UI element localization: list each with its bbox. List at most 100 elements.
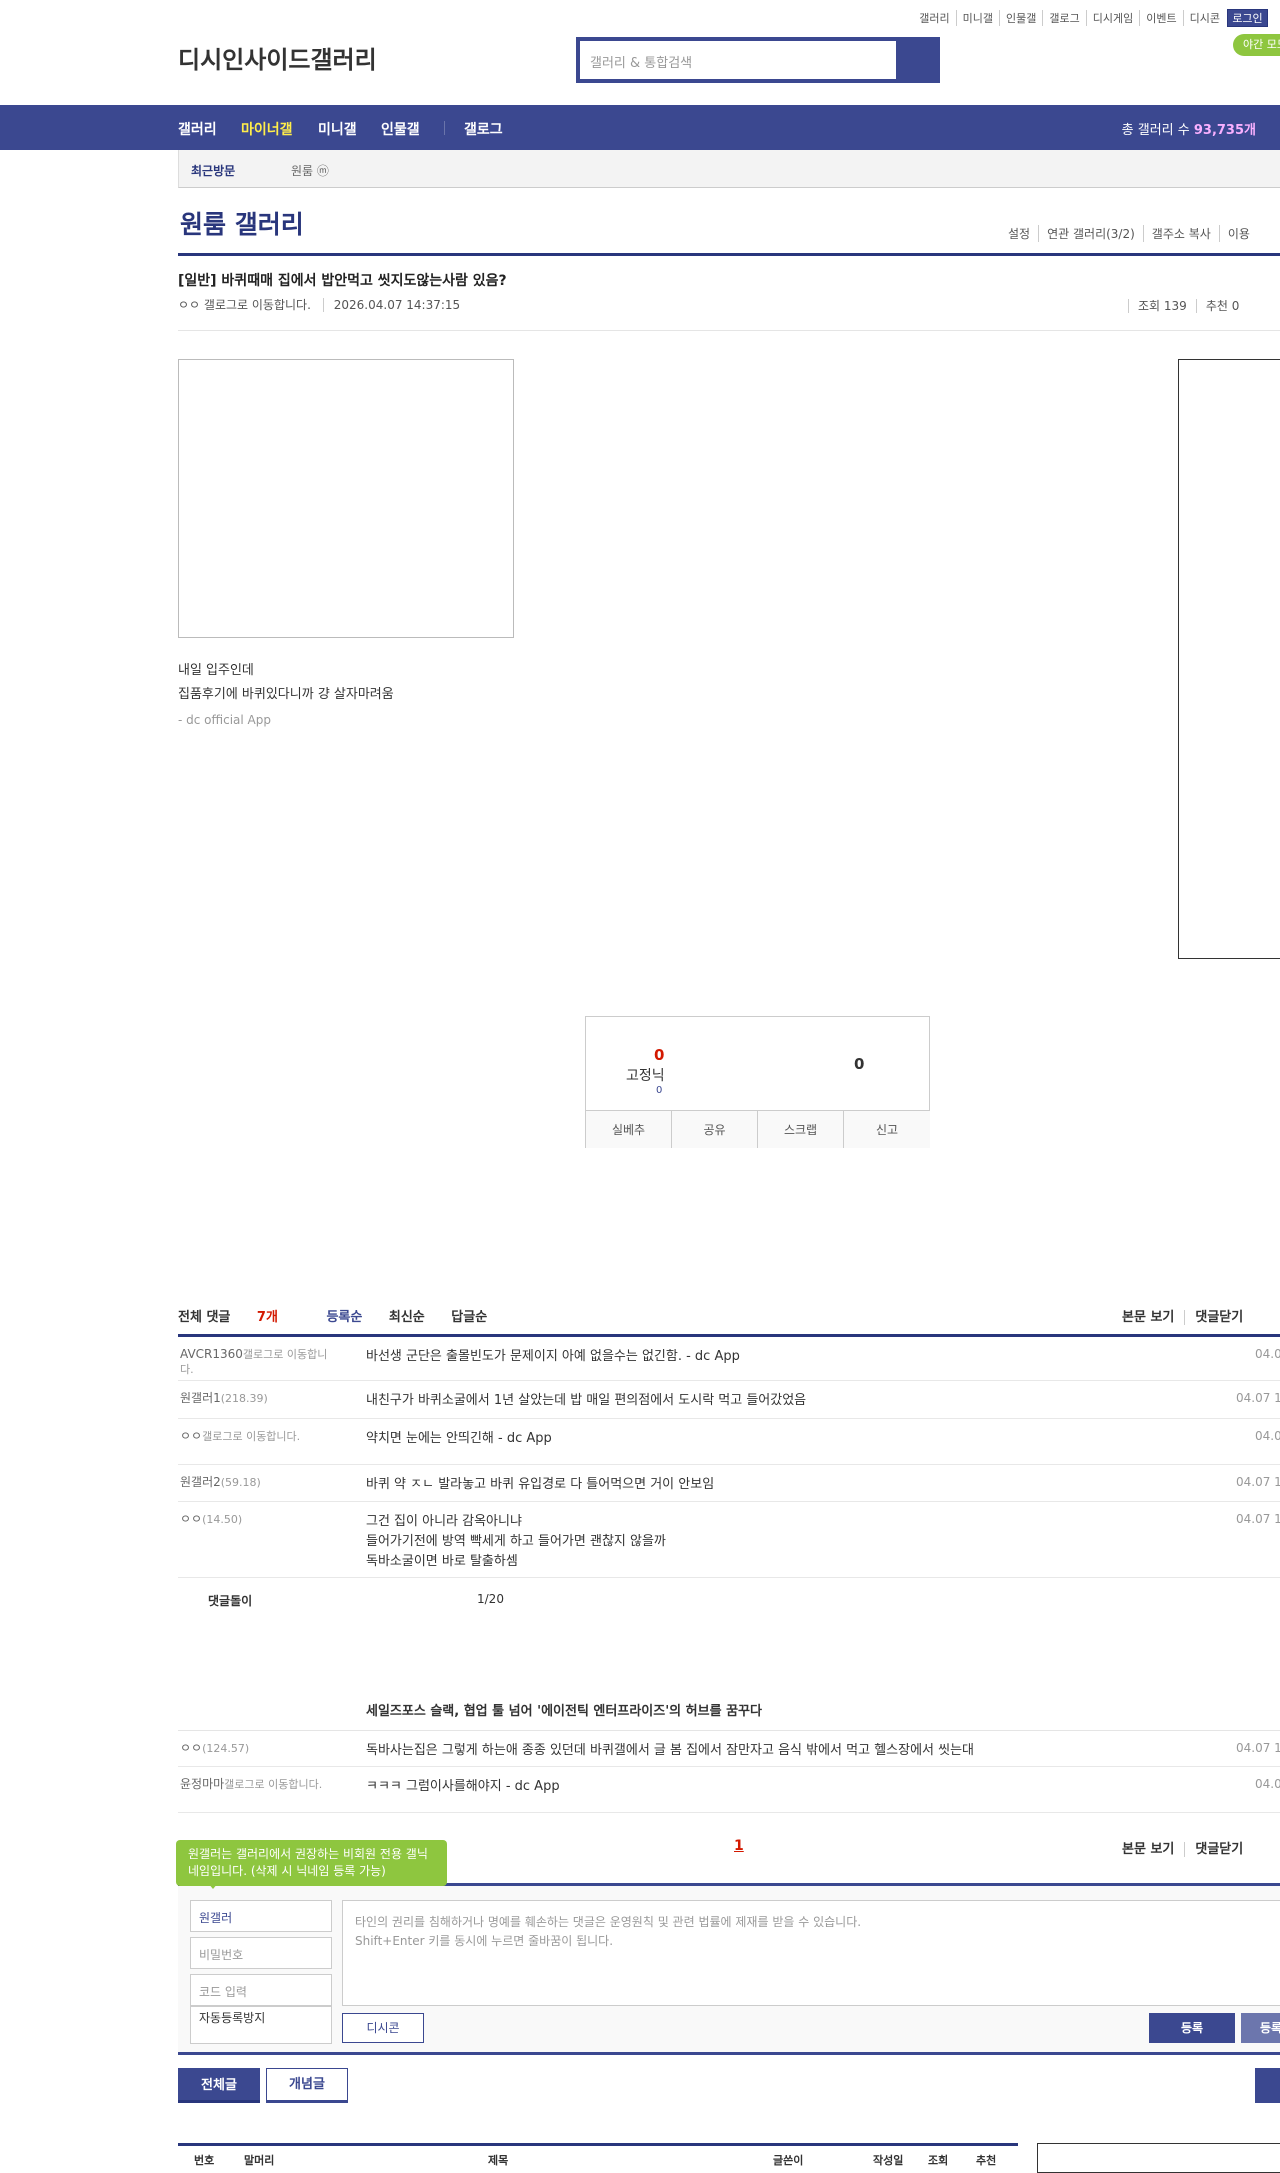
search-input[interactable]: 갤러리 & 통합검색 — [580, 41, 896, 79]
comment-header: 전체 댓글 7개 등록순 최신순 답글순 — [178, 1306, 509, 1325]
comment-text: 바선생 군단은 출몰빈도가 문제이지 아예 없을수는 없긴함. - dc App — [366, 1347, 740, 1367]
recommend-count: 추천 0 — [1195, 299, 1249, 313]
comment-text: 그건 집이 아니라 감옥아니냐 들어가기전에 방역 빡세게 하고 들어가면 괜찮지… — [366, 1512, 666, 1572]
comment-author[interactable]: 윤정마마 — [180, 1777, 224, 1791]
sort-registered[interactable]: 등록순 — [326, 1310, 362, 1325]
comment-author[interactable]: 원갤러2 — [180, 1475, 221, 1489]
comment-form: 원갤러 비밀번호 코드 입력 자동등록방지 타인의 권리를 침해하거나 명예를 … — [178, 1883, 1280, 2055]
upvote-count[interactable]: 0 — [654, 1046, 664, 1064]
comment-author[interactable]: AVCR1360 — [180, 1347, 243, 1361]
comment-nick[interactable]: ㅇㅇ(124.57) — [180, 1741, 330, 1756]
best-recommend-button[interactable]: 실베추 — [586, 1110, 672, 1148]
share-button[interactable]: 공유 — [672, 1110, 758, 1148]
copy-url-link[interactable]: 갤주소 복사 — [1142, 225, 1219, 242]
comment-row: ㅇㅇ갤로그로 이동합니다. 약치면 눈에는 안띄긴해 - dc App 04.07 — [178, 1419, 1280, 1465]
concept-posts-button[interactable]: 개념글 — [266, 2068, 348, 2103]
comment-nick[interactable]: 윤정마마갤로그로 이동합니다. — [180, 1777, 330, 1792]
password-field[interactable]: 비밀번호 — [190, 1937, 332, 1969]
sort-latest[interactable]: 최신순 — [389, 1310, 425, 1325]
post-image — [178, 359, 514, 638]
comment-author[interactable]: 원갤러1 — [180, 1391, 221, 1405]
comment-actions: 본문 보기 댓글닫기 — [1122, 1306, 1254, 1325]
view-body-link[interactable]: 본문 보기 — [1122, 1842, 1184, 1857]
comment-line: ㅋㅋㅋ 그럼이사를해야지 - dc App — [366, 1779, 560, 1794]
close-comments-link[interactable]: 댓글닫기 — [1184, 1310, 1254, 1325]
post-date: 2026.04.07 14:37:15 — [322, 298, 461, 312]
col-number: 번호 — [194, 2154, 215, 2167]
comment-bot-page[interactable]: 1/20 — [477, 1592, 504, 1606]
top-link-dccon[interactable]: 디시콘 — [1182, 10, 1226, 26]
post-meta: ㅇㅇ 갤로그로 이동합니다. 2026.04.07 14:37:15 — [178, 296, 461, 313]
top-link-gallog[interactable]: 갤로그 — [1042, 10, 1085, 26]
top-link-gallery[interactable]: 갤러리 — [913, 10, 955, 26]
comment-text: 내친구가 바퀴소굴에서 1년 살았는데 밥 매일 편의점에서 도시락 먹고 들어… — [366, 1391, 806, 1411]
write-button[interactable] — [1255, 2068, 1280, 2103]
captcha-code-field[interactable]: 코드 입력 — [190, 1974, 332, 2006]
submit-recommend-button[interactable]: 등록 — [1241, 2013, 1280, 2043]
all-posts-button[interactable]: 전체글 — [178, 2068, 260, 2103]
nav-minor[interactable]: 마이너갤 — [241, 119, 293, 139]
nav-person[interactable]: 인물갤 — [381, 119, 420, 139]
comment-nick[interactable]: 원갤러2(59.18) — [180, 1475, 330, 1490]
comment-author[interactable]: ㅇㅇ — [180, 1741, 202, 1755]
comment-row: ㅇㅇ(14.50) 그건 집이 아니라 감옥아니냐 들어가기전에 방역 빡세게 하고… — [178, 1502, 1280, 1578]
nav-mini[interactable]: 미니갤 — [318, 119, 357, 139]
fixed-nick-icon: 고정닉 — [626, 1068, 665, 1084]
nav-gallery[interactable]: 갤러리 — [178, 119, 217, 139]
view-body-link[interactable]: 본문 보기 — [1122, 1310, 1184, 1325]
close-comments-link[interactable]: 댓글닫기 — [1184, 1842, 1254, 1857]
comment-text: 독바사는집은 그렇게 하는애 종종 있던데 바퀴갤에서 글 봄 집에서 잠만자고… — [366, 1741, 974, 1761]
col-date: 작성일 — [873, 2154, 904, 2167]
comment-date: 04.07 18 — [1236, 1741, 1280, 1755]
comment-nick[interactable]: ㅇㅇ갤로그로 이동합니다. — [180, 1429, 330, 1444]
col-views: 조회 — [928, 2154, 949, 2167]
comment-nick[interactable]: AVCR1360갤로그로 이동합니다. — [180, 1347, 330, 1377]
top-link-game[interactable]: 디시게임 — [1085, 10, 1139, 26]
news-title[interactable]: 세일즈포스 슬랙, 협업 툴 넘어 '에이전틱 엔터프라이즈'의 허브를 꿈꾸다 — [366, 1700, 762, 1719]
top-link-event[interactable]: 이벤트 — [1139, 10, 1182, 26]
comment-total-label: 전체 댓글 — [178, 1310, 231, 1325]
recent-visit-bar: 최근방문 원룸 ⓜ — [178, 150, 1280, 188]
top-link-minigall[interactable]: 미니갤 — [955, 10, 999, 26]
gallery-links: 설정 연관 갤러리(3/2) 갤주소 복사 이용 — [1000, 225, 1258, 242]
nav-gallog[interactable]: 갤로그 — [464, 119, 503, 139]
post-author[interactable]: ㅇㅇ — [178, 298, 200, 312]
gallog-icon[interactable]: 갤로그로 이동합니다. — [204, 298, 311, 312]
login-button[interactable]: 로그인 — [1227, 9, 1268, 27]
sort-replies[interactable]: 답글순 — [451, 1310, 487, 1325]
total-count: 93,735개 — [1193, 123, 1256, 138]
comment-date: 04.07 17 — [1236, 1475, 1280, 1489]
submit-button[interactable]: 등록 — [1149, 2013, 1235, 2043]
comment-date: 04.07 — [1255, 1429, 1280, 1443]
settings-link[interactable]: 설정 — [1000, 225, 1038, 242]
nickname-field[interactable]: 원갤러 — [190, 1900, 332, 1932]
col-title: 제목 — [488, 2154, 509, 2167]
night-mode-toggle[interactable]: 야간 모드 — [1233, 34, 1280, 56]
comment-author[interactable]: ㅇㅇ — [180, 1429, 202, 1443]
usage-link[interactable]: 이용 — [1218, 225, 1258, 242]
side-box — [1037, 2143, 1280, 2173]
recommend-box: 0 고정닉 0 0 실베추 공유 스크랩 신고 — [585, 1016, 930, 1148]
recent-gallery-link[interactable]: 원룸 ⓜ — [291, 162, 329, 179]
top-link-person[interactable]: 인물갤 — [999, 10, 1042, 26]
comment-row: ㅇㅇ(124.57) 독바사는집은 그렇게 하는애 종종 있던데 바퀴갤에서 글 … — [178, 1731, 1280, 1767]
site-logo[interactable]: 디시인사이드갤러리 — [178, 40, 377, 75]
comment-line: 약치면 눈에는 안띄긴해 - dc App — [366, 1431, 552, 1446]
comment-date: 04.07 — [1255, 1347, 1280, 1361]
scrap-button[interactable]: 스크랩 — [758, 1110, 844, 1148]
recent-visit-label: 최근방문 — [191, 164, 236, 178]
comment-line: 그건 집이 아니라 감옥아니냐 — [366, 1514, 522, 1529]
related-gallery-link[interactable]: 연관 갤러리(3/2) — [1038, 225, 1143, 242]
comment-line: 독바사는집은 그렇게 하는애 종종 있던데 바퀴갤에서 글 봄 집에서 잠만자고… — [366, 1743, 975, 1758]
comment-nick[interactable]: 원갤러1(218.39) — [180, 1391, 330, 1406]
comment-row: 원갤러1(218.39) 내친구가 바퀴소굴에서 1년 살았는데 밥 매일 편의점… — [178, 1381, 1280, 1419]
report-button[interactable]: 신고 — [844, 1110, 930, 1148]
gallery-title[interactable]: 원룸 갤러리 — [180, 205, 304, 241]
comment-date: 04.07 — [1255, 1777, 1280, 1791]
comment-nick[interactable]: ㅇㅇ(14.50) — [180, 1512, 330, 1527]
comment-textarea[interactable]: 타인의 권리를 침해하거나 명예를 훼손하는 댓글은 운영원칙 및 관련 법률에… — [342, 1900, 1280, 2006]
downvote-count[interactable]: 0 — [854, 1055, 864, 1073]
dccon-button[interactable]: 디시콘 — [342, 2013, 424, 2043]
comment-author[interactable]: ㅇㅇ — [180, 1512, 202, 1526]
comment-page-1[interactable]: 1 — [734, 1838, 744, 1854]
